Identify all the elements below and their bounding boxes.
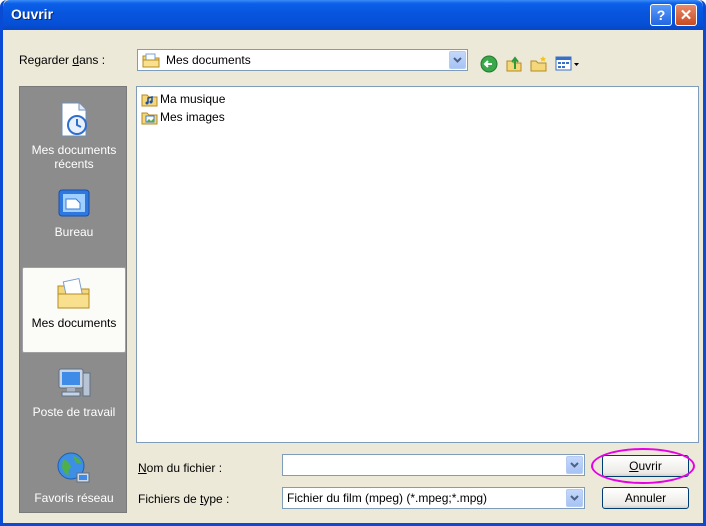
- file-name-label-accel: N: [138, 461, 147, 475]
- my-documents-icon: [57, 277, 90, 309]
- chevron-down-icon: [570, 462, 579, 468]
- place-label: Favoris réseau: [34, 491, 114, 505]
- file-name-combo[interactable]: [282, 454, 585, 476]
- cancel-button-label: Annuler: [624, 491, 667, 505]
- new-folder-icon[interactable]: [530, 55, 548, 73]
- file-type-label: Fichiers de type :: [138, 492, 229, 506]
- file-type-label-pre: Fichiers de: [138, 492, 201, 506]
- look-in-value: Mes documents: [166, 53, 251, 67]
- look-in-dropdown-button[interactable]: [449, 51, 466, 69]
- open-dialog: Ouvrir ? ✕ Regarder dans : Mes documents: [0, 0, 706, 526]
- list-item[interactable]: Mes images: [141, 109, 225, 125]
- file-name-label: Nom du fichier :: [138, 461, 222, 475]
- back-arrow-icon[interactable]: [480, 55, 498, 73]
- file-name: Mes images: [160, 110, 225, 124]
- title-bar[interactable]: Ouvrir ? ✕: [3, 0, 703, 30]
- close-icon: ✕: [679, 7, 693, 24]
- place-my-computer[interactable]: Poste de travail: [22, 365, 126, 419]
- place-recent-documents[interactable]: Mes documents récents: [22, 101, 126, 171]
- music-folder-icon: [141, 94, 158, 106]
- help-button[interactable]: ?: [650, 4, 672, 26]
- recent-documents-icon: [61, 102, 87, 137]
- file-type-combo[interactable]: Fichier du film (mpeg) (*.mpeg;*.mpg): [282, 487, 585, 509]
- place-label: Mes documents: [31, 316, 117, 330]
- cancel-button[interactable]: Annuler: [602, 487, 689, 509]
- network-globe-icon: [57, 452, 90, 483]
- dialog-title: Ouvrir: [11, 6, 54, 22]
- pictures-folder-icon: [141, 112, 158, 124]
- look-in-label: Regarder dans :: [19, 53, 105, 67]
- open-button-highlight-ring: [591, 448, 695, 484]
- look-in-label-post: ans :: [79, 53, 106, 67]
- place-network[interactable]: Favoris réseau: [22, 449, 126, 505]
- place-label: Bureau: [54, 225, 94, 239]
- place-desktop[interactable]: Bureau: [22, 187, 126, 239]
- place-label: Poste de travail: [32, 405, 116, 419]
- view-menu-icon[interactable]: [555, 55, 581, 73]
- file-type-dropdown-button[interactable]: [566, 489, 583, 507]
- file-name: Ma musique: [160, 92, 226, 106]
- file-type-label-post: ype :: [203, 492, 230, 506]
- file-name-label-post: om du fichier :: [146, 461, 223, 475]
- place-my-documents[interactable]: Mes documents: [22, 267, 126, 353]
- desktop-icon: [58, 189, 90, 217]
- place-label: Mes documents récents: [31, 143, 117, 171]
- look-in-label-pre: Regarder: [19, 53, 73, 67]
- look-in-combo[interactable]: Mes documents: [137, 49, 468, 71]
- list-item[interactable]: Ma musique: [141, 91, 225, 107]
- places-bar: Mes documents récents Bureau Mes documen…: [19, 86, 127, 513]
- help-icon: ?: [656, 7, 666, 23]
- chevron-down-icon: [453, 57, 462, 63]
- file-name-dropdown-button[interactable]: [566, 456, 583, 474]
- file-type-value: Fichier du film (mpeg) (*.mpeg;*.mpg): [287, 491, 488, 505]
- chevron-down-icon: [570, 495, 579, 501]
- file-list[interactable]: Ma musique Mes images: [136, 86, 699, 443]
- my-computer-icon: [58, 368, 91, 397]
- close-button[interactable]: ✕: [675, 4, 697, 26]
- up-folder-icon[interactable]: [505, 55, 523, 73]
- my-documents-folder-icon: [142, 53, 160, 68]
